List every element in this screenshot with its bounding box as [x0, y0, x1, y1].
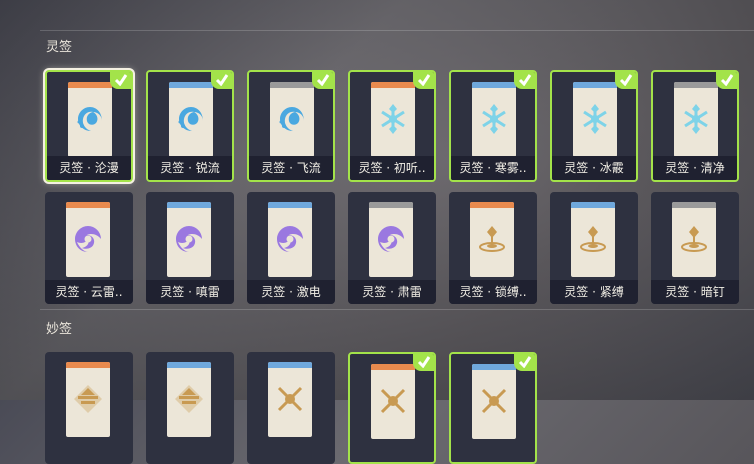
rarity-stripe [371, 82, 415, 88]
section-title-lingqian: 灵签 [46, 40, 73, 55]
rarity-stripe [169, 82, 213, 88]
card-miao2[interactable] [348, 352, 436, 464]
check-icon [615, 72, 636, 89]
section-divider [40, 30, 754, 31]
card-label: 灵签 · 激电 [247, 280, 335, 304]
section-divider [40, 309, 754, 310]
rarity-stripe [472, 82, 516, 88]
card-slip [472, 364, 516, 439]
rarity-stripe [167, 202, 211, 208]
card-label: 灵签 · 沦漫 [47, 156, 131, 180]
card-cryo[interactable]: 灵签 · 冰霰 [550, 70, 638, 182]
check-icon [211, 72, 232, 89]
check-icon [413, 72, 434, 89]
card-cryo[interactable]: 灵签 · 初听.. [348, 70, 436, 182]
check-icon [514, 72, 535, 89]
card-electro[interactable]: 灵签 · 肃雷 [348, 192, 436, 304]
card-slip [371, 82, 415, 157]
card-miao2[interactable] [247, 352, 335, 464]
card-electro[interactable]: 灵签 · 云雷.. [45, 192, 133, 304]
card-slip [268, 202, 312, 277]
card-miao[interactable] [45, 352, 133, 464]
card-slip [573, 82, 617, 157]
rarity-stripe [268, 362, 312, 368]
rarity-stripe [371, 364, 415, 370]
card-electro[interactable]: 灵签 · 激电 [247, 192, 335, 304]
card-slip [470, 202, 514, 277]
card-label: 灵签 · 清净 [653, 156, 737, 180]
card-electro[interactable]: 灵签 · 嗔雷 [146, 192, 234, 304]
card-slip [369, 202, 413, 277]
rarity-stripe [571, 202, 615, 208]
rarity-stripe [674, 82, 718, 88]
card-cryo[interactable]: 灵签 · 清净 [651, 70, 739, 182]
rarity-stripe [66, 202, 110, 208]
card-label: 灵签 · 肃雷 [348, 280, 436, 304]
card-hydro[interactable]: 灵签 · 锐流 [146, 70, 234, 182]
card-label: 灵签 · 紧缚 [550, 280, 638, 304]
card-label: 灵签 · 锐流 [148, 156, 232, 180]
card-geo[interactable]: 灵签 · 暗钉 [651, 192, 739, 304]
card-label: 灵签 · 云雷.. [45, 280, 133, 304]
check-icon [110, 72, 131, 89]
card-slip [68, 82, 112, 157]
card-label: 灵签 · 飞流 [249, 156, 333, 180]
rarity-stripe [369, 202, 413, 208]
card-label: 灵签 · 初听.. [350, 156, 434, 180]
rarity-stripe [66, 362, 110, 368]
rarity-stripe [167, 362, 211, 368]
card-slip [66, 202, 110, 277]
check-icon [312, 72, 333, 89]
card-slip [571, 202, 615, 277]
rarity-stripe [472, 364, 516, 370]
rarity-stripe [672, 202, 716, 208]
card-geo[interactable]: 灵签 · 紧缚 [550, 192, 638, 304]
section-title-miaoqian: 妙签 [46, 322, 73, 337]
rarity-stripe [573, 82, 617, 88]
card-slip [472, 82, 516, 157]
card-label: 灵签 · 锁缚.. [449, 280, 537, 304]
card-miao2[interactable] [449, 352, 537, 464]
card-label: 灵签 · 嗔雷 [146, 280, 234, 304]
card-hydro[interactable]: 灵签 · 沦漫 [45, 70, 133, 182]
rarity-stripe [68, 82, 112, 88]
rarity-stripe [470, 202, 514, 208]
check-icon [413, 354, 434, 371]
check-icon [716, 72, 737, 89]
card-slip [270, 82, 314, 157]
card-miao[interactable] [146, 352, 234, 464]
card-slip [167, 202, 211, 277]
card-slip [674, 82, 718, 157]
rarity-stripe [268, 202, 312, 208]
card-label: 灵签 · 冰霰 [552, 156, 636, 180]
check-icon [514, 354, 535, 371]
card-geo[interactable]: 灵签 · 锁缚.. [449, 192, 537, 304]
card-label: 灵签 · 寒雾.. [451, 156, 535, 180]
card-slip [169, 82, 213, 157]
card-slip [371, 364, 415, 439]
card-label: 灵签 · 暗钉 [651, 280, 739, 304]
card-cryo[interactable]: 灵签 · 寒雾.. [449, 70, 537, 182]
card-slip [672, 202, 716, 277]
card-hydro[interactable]: 灵签 · 飞流 [247, 70, 335, 182]
rarity-stripe [270, 82, 314, 88]
